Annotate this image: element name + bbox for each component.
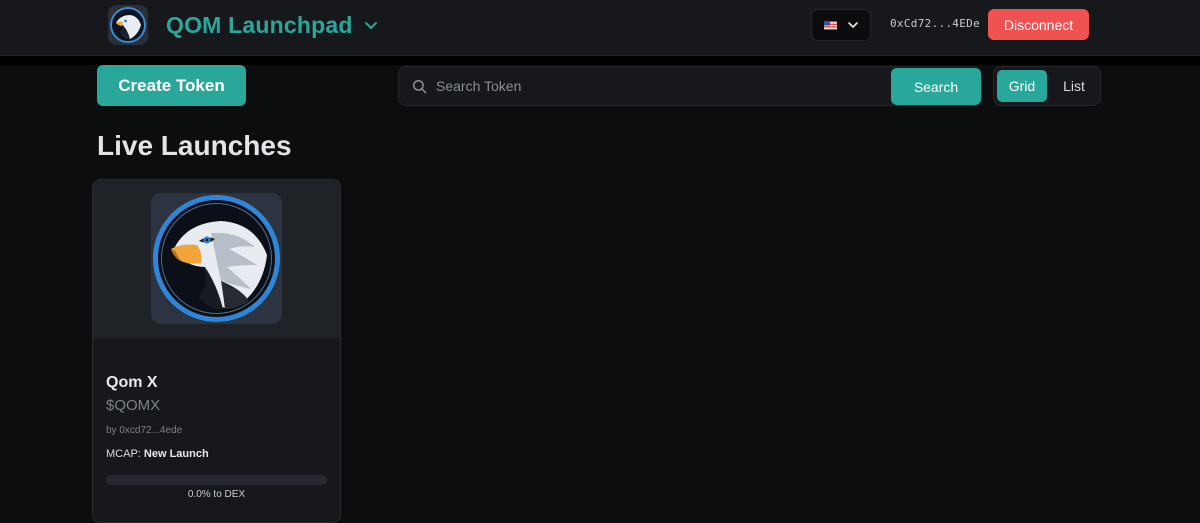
- token-card-media: [93, 180, 340, 338]
- language-selector[interactable]: [811, 9, 871, 41]
- chevron-down-icon: [847, 22, 858, 28]
- search-icon: [412, 79, 427, 94]
- disconnect-button[interactable]: Disconnect: [988, 9, 1089, 40]
- mcap-value: New Launch: [143, 448, 209, 460]
- brand-menu[interactable]: QOM Launchpad: [108, 5, 379, 45]
- view-list-button[interactable]: List: [1051, 70, 1097, 102]
- us-flag-icon: [823, 20, 837, 30]
- app-title: QOM Launchpad: [166, 11, 353, 38]
- token-card[interactable]: Qom X $QOMX by 0xcd72...4ede MCAP: New L…: [92, 179, 341, 523]
- view-toggle: Grid List: [993, 66, 1101, 106]
- search-button[interactable]: Search: [891, 68, 981, 105]
- token-name: Qom X: [106, 374, 158, 391]
- chevron-down-icon: [364, 22, 377, 29]
- brand-logo: [108, 5, 148, 45]
- mcap-label: MCAP:: [106, 448, 141, 460]
- create-token-button[interactable]: Create Token: [97, 65, 246, 106]
- section-title: Live Launches: [97, 130, 292, 161]
- progress-bar: [106, 475, 327, 485]
- token-creator: by 0xcd72...4ede: [106, 425, 183, 436]
- view-grid-button[interactable]: Grid: [997, 70, 1047, 102]
- wallet-address[interactable]: 0xCd72...4EDe: [890, 17, 980, 30]
- top-navbar: QOM Launchpad 0xCd72...4EDe Disconnect: [0, 0, 1200, 56]
- header-divider: [0, 56, 1200, 65]
- search-input[interactable]: [436, 73, 876, 99]
- search-bar: Search: [398, 66, 982, 106]
- token-ticker: $QOMX: [106, 397, 161, 414]
- eagle-logo-icon: [110, 7, 146, 43]
- eagle-logo-icon: [151, 193, 282, 324]
- token-mcap: MCAP: New Launch: [106, 448, 209, 460]
- token-image: [151, 193, 282, 324]
- progress-label: 0.0% to DEX: [187, 489, 246, 500]
